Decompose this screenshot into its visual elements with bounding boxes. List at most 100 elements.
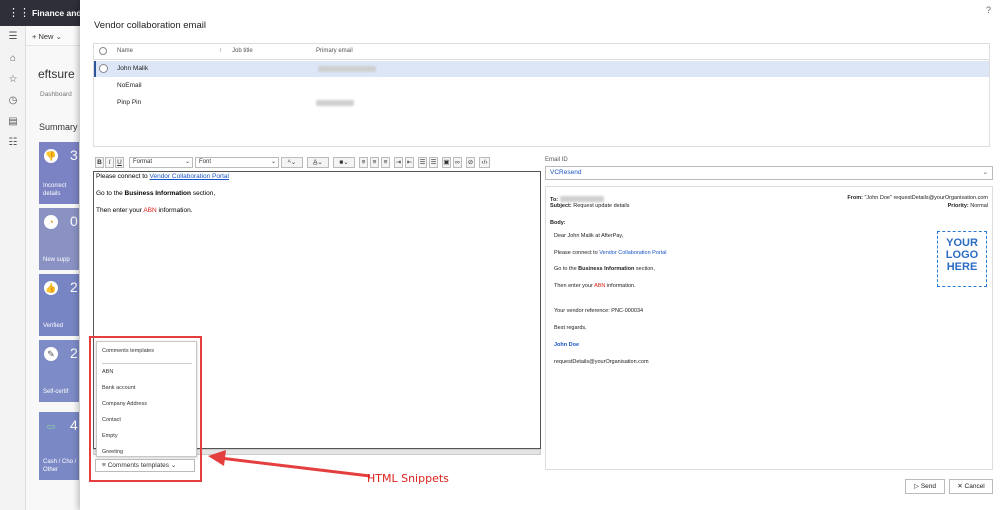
italic-button[interactable]: I — [105, 157, 114, 168]
subject-label: Subject: — [550, 203, 572, 209]
remove-format-icon[interactable]: ⊘ — [466, 157, 475, 168]
email-id-select[interactable]: VCResend ⌄ — [545, 166, 993, 180]
preview-to: To: — [550, 195, 604, 203]
left-nav-rail: ☰ ⌂ ☆ ◷ ▤ ☷ — [0, 26, 26, 510]
summary-tile[interactable]: ◔ 0 New supp — [39, 208, 79, 270]
workspaces-icon[interactable]: ▤ — [7, 116, 19, 128]
summary-tile[interactable]: 👍 2 Verified — [39, 274, 79, 336]
signature-icon: ✎ — [44, 347, 58, 361]
annotation-label: HTML Snippets — [367, 472, 449, 485]
logo-text: HERE — [946, 261, 978, 273]
preview-bold-text: Business Information — [578, 266, 635, 272]
sort-arrow-icon: ↑ — [219, 48, 222, 54]
chevron-down-icon: ⌄ — [270, 159, 276, 165]
preview-text: Please connect to — [554, 250, 600, 256]
align-right-icon[interactable]: ≡ — [381, 157, 390, 168]
preview-priority: Priority: Normal — [948, 203, 988, 209]
signature-name: John Doe — [554, 342, 580, 348]
preview-portal-link[interactable]: Vendor Collaboration Portal — [599, 250, 666, 256]
help-icon[interactable]: ? — [986, 5, 991, 15]
contact-name: NoEmail — [117, 82, 142, 89]
portal-link[interactable]: Vendor Collaboration Portal — [149, 173, 229, 180]
close-icon: ✕ — [957, 483, 965, 490]
tile-label: Cash / Cho / Other — [43, 459, 77, 473]
thumbs-up-icon: 👍 — [44, 281, 58, 295]
annotation-highlight-box — [89, 336, 202, 482]
new-button-label: New — [38, 32, 54, 41]
image-icon[interactable]: ▣ — [442, 157, 451, 168]
chevron-down-icon: ⌄ — [982, 169, 988, 176]
numbered-list-icon[interactable]: ☰ — [429, 157, 438, 168]
tile-count: 4 — [70, 417, 78, 433]
clock-icon: ◔ — [44, 215, 58, 229]
font-color-button[interactable]: A̲⌄ — [307, 157, 329, 168]
modules-icon[interactable]: ☷ — [7, 137, 19, 149]
summary-tile[interactable]: ✎ 2 Self-certif — [39, 340, 79, 402]
new-button[interactable]: + New ⌄ — [32, 32, 62, 41]
table-row[interactable]: John Malik — [94, 61, 989, 77]
logo-placeholder: YOUR LOGO HERE — [937, 231, 987, 287]
preview-line: Go to the Business Information section, — [554, 266, 655, 272]
cancel-button[interactable]: ✕ Cancel — [949, 479, 993, 494]
align-center-icon[interactable]: ≡ — [370, 157, 379, 168]
home-icon[interactable]: ⌂ — [7, 53, 19, 65]
grid-header: Name ↑ Job title Primary email — [94, 44, 989, 60]
contact-name: Pinp Pin — [117, 99, 142, 106]
preview-text: information. — [605, 283, 636, 289]
font-select[interactable]: Font ⌄ — [195, 157, 279, 168]
summary-tile[interactable]: 👎 3 Incorrect details — [39, 142, 79, 204]
row-select-radio[interactable] — [99, 64, 108, 73]
editor-text: Then enter your — [96, 207, 144, 214]
column-header-name[interactable]: Name — [117, 48, 133, 54]
column-header-job-title[interactable]: Job title — [232, 48, 253, 54]
logo-text: YOUR — [946, 237, 978, 249]
underline-button[interactable]: U — [115, 157, 124, 168]
chevron-down-icon: ⌄ — [184, 159, 190, 165]
editor-line: Please connect to Vendor Collaboration P… — [96, 173, 229, 180]
priority-value: Normal — [970, 203, 988, 209]
table-row[interactable]: Pinp Pin — [94, 95, 989, 111]
preview-text: section, — [634, 266, 655, 272]
link-icon[interactable]: ∞ — [453, 157, 462, 168]
redacted-email — [318, 66, 376, 72]
hamburger-icon[interactable]: ☰ — [7, 31, 19, 43]
column-header-primary-email[interactable]: Primary email — [316, 48, 353, 54]
vendor-collaboration-email-dialog: Vendor collaboration email ? Name ↑ Job … — [80, 0, 1003, 510]
summary-tile[interactable]: ▭ 4 Cash / Cho / Other — [39, 412, 79, 480]
app-title: Finance and — [32, 8, 82, 18]
editor-line: Then enter your ABN information. — [96, 207, 193, 214]
align-left-icon[interactable]: ≡ — [359, 157, 368, 168]
thumbs-down-icon: 👎 — [44, 149, 58, 163]
tile-count: 2 — [70, 345, 78, 361]
table-row[interactable]: NoEmail — [94, 78, 989, 94]
contacts-grid: Name ↑ Job title Primary email John Mali… — [93, 43, 990, 147]
format-select[interactable]: Format ⌄ — [129, 157, 193, 168]
email-id-value: VCResend — [550, 169, 582, 176]
app-launcher-icon[interactable]: ⋮⋮ — [8, 7, 30, 19]
dashboard-label: Dashboard — [40, 91, 72, 98]
select-all-radio[interactable] — [99, 47, 107, 55]
send-icon: ▷ — [914, 483, 921, 490]
redacted-email — [316, 100, 354, 106]
outdent-icon[interactable]: ⇤ — [405, 157, 414, 168]
html-source-icon[interactable]: ‹/› — [479, 157, 490, 168]
tile-label: Verified — [43, 323, 64, 329]
send-button[interactable]: ▷ Send — [905, 479, 945, 494]
dialog-title: Vendor collaboration email — [94, 20, 206, 31]
editor-text: information. — [156, 207, 193, 214]
editor-toolbar: B I U Format ⌄ Font ⌄ ᴬ⌄ A̲⌄ ■⌄ ≡ ≡ ≡ ⇥ ⇤ … — [93, 156, 541, 170]
indent-icon[interactable]: ⇥ — [394, 157, 403, 168]
highlight-color-button[interactable]: ■⌄ — [333, 157, 355, 168]
email-id-label: Email ID — [545, 157, 568, 163]
favorites-icon[interactable]: ☆ — [7, 74, 19, 86]
cancel-button-label: Cancel — [964, 483, 985, 490]
bold-button[interactable]: B — [95, 157, 104, 168]
recent-icon[interactable]: ◷ — [7, 95, 19, 107]
font-size-button[interactable]: ᴬ⌄ — [281, 157, 303, 168]
editor-red-text: ABN — [143, 207, 157, 214]
bulleted-list-icon[interactable]: ☰ — [418, 157, 427, 168]
email-preview: To: Subject: Request update details From… — [545, 186, 993, 470]
preview-red-text: ABN — [594, 283, 606, 289]
tile-label: Incorrect details — [43, 183, 67, 197]
editor-text: Go to the — [96, 190, 125, 197]
